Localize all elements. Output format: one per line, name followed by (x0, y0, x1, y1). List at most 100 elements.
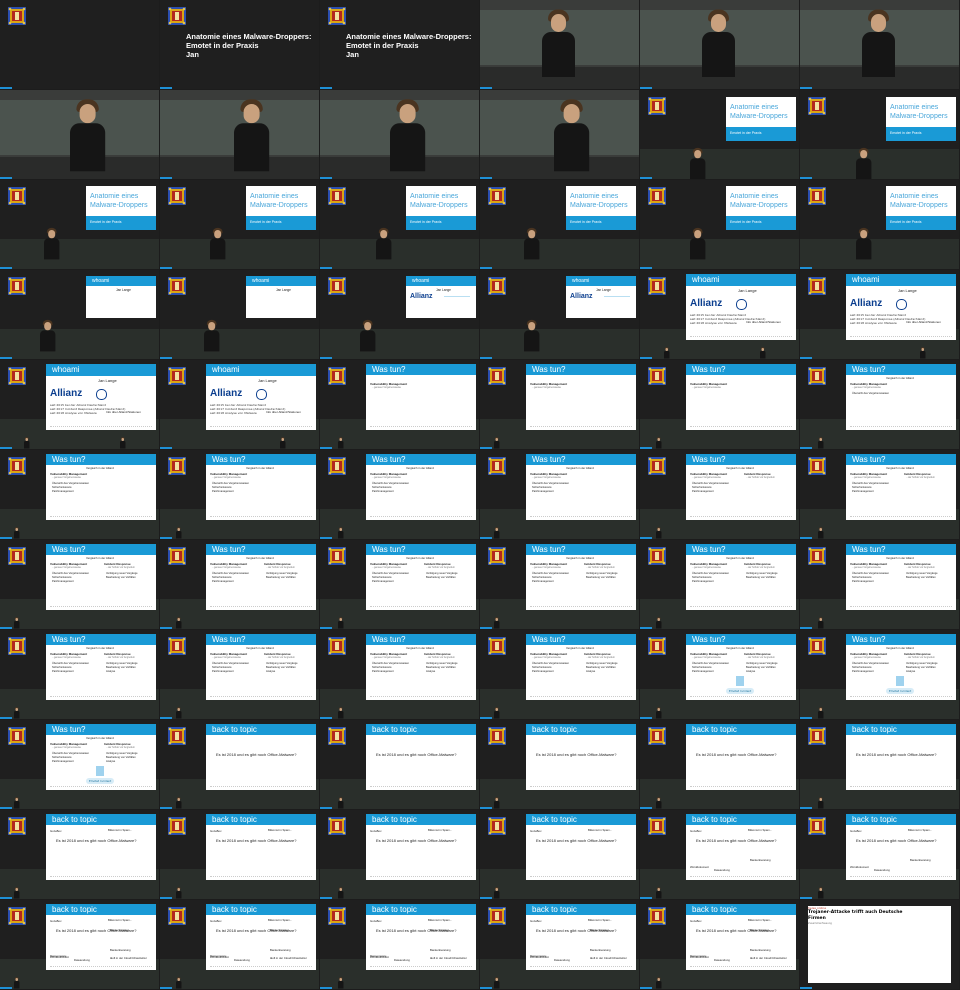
progress-bar (640, 627, 652, 629)
video-thumbnail[interactable]: heise online Trojaner-Attacke trifft auch… (800, 900, 959, 989)
slide-text: ...der Schutz vor Angreifern (906, 476, 935, 479)
slide-text: Übersicht des Vorgehensweisen (52, 482, 90, 485)
video-thumbnail[interactable] (0, 0, 159, 89)
conference-logo-icon (488, 367, 506, 385)
video-thumbnail[interactable]: back to topic Es ist 2018 und es gibt noc… (160, 810, 319, 899)
video-thumbnail[interactable]: back to topic Es ist 2018 und es gibt noc… (480, 720, 639, 809)
video-thumbnail[interactable]: Was tun? Vergleich in der Allianz Vulnerab… (160, 450, 319, 539)
video-thumbnail[interactable]: Was tun? Vergleich in der Allianz Vulnerab… (160, 630, 319, 719)
video-thumbnail[interactable]: Was tun? Vulnerability Management ...genau… (480, 360, 639, 449)
video-thumbnail[interactable]: Was tun? Vergleich in der Allianz Vulnerab… (0, 450, 159, 539)
video-thumbnail[interactable]: whoami Jan Lange Allianz seit 2015 bei der … (160, 360, 319, 449)
video-thumbnail[interactable]: Anatomie eines Malware-Droppers Emotet in … (0, 180, 159, 269)
slide-header-title: Was tun? (372, 364, 406, 374)
slide-text: Übersicht des Vorgehensweisen (52, 572, 90, 575)
video-thumbnail[interactable]: Was tun? Vulnerability Management ...genau… (320, 360, 479, 449)
conference-logo-icon (648, 97, 666, 115)
video-thumbnail[interactable]: back to topic Es ist 2018 und es gibt noc… (160, 720, 319, 809)
video-thumbnail[interactable]: whoami Jan Lange Allianz (480, 270, 639, 359)
slide-text: ...der Schutz vor Angreifern (746, 476, 775, 479)
slide-text: Patchmanagement (852, 670, 874, 673)
video-thumbnail[interactable]: Was tun? Vergleich in der Allianz Vulnerab… (320, 630, 479, 719)
conference-logo-icon (808, 727, 826, 745)
video-thumbnail[interactable]: Anatomie eines Malware-Droppers Emotet in … (640, 180, 799, 269)
video-thumbnail[interactable]: Was tun? Vergleich in der Allianz Vulnerab… (480, 450, 639, 539)
video-thumbnail[interactable]: whoami Jan Lange Allianz seit 2015 bei der … (0, 360, 159, 449)
video-thumbnail[interactable]: Was tun? Vergleich in der Allianz Vulnerab… (320, 540, 479, 629)
video-thumbnail[interactable]: Was tun? Vergleich in der Allianz Vulnerab… (640, 630, 799, 719)
video-thumbnail[interactable]: Was tun? Vergleich in der Allianz Vulnerab… (800, 450, 959, 539)
video-thumbnail[interactable]: Was tun? Vulnerability Management ...genau… (640, 360, 799, 449)
slide-text: Bitkomst in Spam... (268, 918, 293, 922)
slide-footer (850, 786, 952, 788)
slide-text: Sicherheitsscans (212, 666, 232, 669)
video-thumbnail[interactable]: back to topic Es ist 2018 und es gibt noc… (320, 720, 479, 809)
video-thumbnail[interactable]: whoami Jan Lange Allianz seit 2015 bei der … (800, 270, 959, 359)
video-thumbnail[interactable]: Anatomie eines Malware-Droppers Emotet in … (640, 90, 799, 179)
intro-line2: Malware-Droppers (730, 113, 788, 120)
intro-line2: Malware-Droppers (90, 202, 148, 209)
video-thumbnail[interactable]: back to topic Es ist 2018 und es gibt noc… (0, 900, 159, 989)
video-thumbnail[interactable]: Was tun? Vergleich in der Allianz Vulnerab… (160, 540, 319, 629)
slide-text: Dateiendung (714, 958, 730, 962)
video-thumbnail[interactable]: Was tun? Vergleich in der Allianz Vulnerab… (480, 540, 639, 629)
slide-text: Ransomware (50, 954, 67, 958)
speaker-head (48, 230, 56, 239)
video-thumbnail[interactable] (800, 0, 959, 89)
video-thumbnail[interactable]: Was tun? Vergleich in der Allianz Vulnerab… (320, 450, 479, 539)
video-thumbnail[interactable]: Was tun? Vergleich in der Allianz Vulnerab… (0, 540, 159, 629)
video-thumbnail[interactable]: Anatomie eines Malware-Droppers Emotet in … (160, 180, 319, 269)
progress-bar (160, 627, 172, 629)
video-thumbnail[interactable]: back to topic Es ist 2018 und es gibt noc… (480, 810, 639, 899)
intro-slide-band: Emotet in der Praxis (86, 216, 156, 230)
slide-text: Sicherheitsscans (852, 666, 872, 669)
video-thumbnail[interactable]: whoami Jan Lange Allianz (320, 270, 479, 359)
video-thumbnail[interactable]: back to topic Es ist 2018 und es gibt noc… (160, 900, 319, 989)
slide-text: Es ist 2018 und es gibt noch Office-Malw… (56, 838, 137, 843)
video-thumbnail[interactable]: Was tun? Vergleich in der Allianz Vulnerab… (800, 360, 959, 449)
video-thumbnail[interactable]: Was tun? Vergleich in der Allianz Vulnerab… (0, 630, 159, 719)
slide-header-title: back to topic (212, 904, 257, 914)
video-thumbnail[interactable]: Anatomie eines Malware-Droppers Emotet in … (800, 90, 959, 179)
lecture-hall (0, 239, 159, 269)
video-thumbnail[interactable] (320, 90, 479, 179)
video-thumbnail[interactable]: Was tun? Vergleich in der Allianz Vulnerab… (640, 450, 799, 539)
video-thumbnail[interactable]: back to topic Es ist 2018 und es gibt noc… (640, 810, 799, 899)
video-thumbnail[interactable]: Was tun? Vergleich in der Allianz Vulnerab… (800, 540, 959, 629)
video-thumbnail[interactable]: Was tun? Vergleich in der Allianz Vulnerab… (640, 540, 799, 629)
slide-text: Bankenberatung (910, 858, 931, 862)
video-thumbnail[interactable]: whoami Jan Lange (160, 270, 319, 359)
slide-text: Vergleich in der Allianz (246, 466, 275, 470)
intro-line1: Anatomie eines (890, 104, 939, 111)
video-thumbnail[interactable]: Was tun? Vergleich in der Allianz Vulnerab… (480, 630, 639, 719)
video-thumbnail[interactable]: whoami Jan Lange Allianz seit 2015 bei der … (640, 270, 799, 359)
video-thumbnail[interactable]: back to topic Es ist 2018 und es gibt noc… (480, 900, 639, 989)
video-thumbnail[interactable]: back to topic Es ist 2018 und es gibt noc… (800, 810, 959, 899)
video-thumbnail[interactable] (480, 0, 639, 89)
conference-logo-icon (8, 187, 26, 205)
was-tun-slide: Was tun? Vergleich in der Allianz Vulnerab… (206, 634, 316, 700)
video-thumbnail[interactable] (160, 90, 319, 179)
video-thumbnail[interactable]: back to topic Es ist 2018 und es gibt noc… (800, 720, 959, 809)
video-thumbnail[interactable]: Anatomie eines Malware-Droppers Emotet in … (480, 180, 639, 269)
video-thumbnail[interactable]: back to topic Es ist 2018 und es gibt noc… (640, 900, 799, 989)
video-thumbnail[interactable] (640, 0, 799, 89)
intro-slide-band: Emotet in der Praxis (886, 216, 956, 230)
video-thumbnail[interactable]: back to topic Es ist 2018 und es gibt noc… (320, 810, 479, 899)
video-thumbnail[interactable]: Was tun? Vergleich in der Allianz Vulnerab… (800, 630, 959, 719)
video-thumbnail[interactable] (480, 90, 639, 179)
back-to-topic-slide: back to topic Es ist 2018 und es gibt noc… (206, 904, 316, 970)
video-thumbnail[interactable]: Anatomie eines Malware-Droppers: Emotet i… (320, 0, 479, 89)
video-thumbnail[interactable]: Was tun? Vergleich in der Allianz Vulnerab… (0, 720, 159, 809)
video-thumbnail[interactable]: Anatomie eines Malware-Droppers Emotet in … (320, 180, 479, 269)
video-thumbnail[interactable]: Anatomie eines Malware-Droppers: Emotet i… (160, 0, 319, 89)
video-thumbnail[interactable] (0, 90, 159, 179)
video-thumbnail[interactable]: whoami Jan Lange (0, 270, 159, 359)
slide-text: Vergleich in der Allianz (726, 556, 755, 560)
video-thumbnail[interactable]: back to topic Es ist 2018 und es gibt noc… (640, 720, 799, 809)
video-thumbnail[interactable]: back to topic Es ist 2018 und es gibt noc… (0, 810, 159, 899)
slide-header-title: Was tun? (692, 544, 726, 554)
video-thumbnail[interactable]: back to topic Es ist 2018 und es gibt noc… (320, 900, 479, 989)
slide-text: Info über Allianz/Stationen (106, 410, 141, 414)
video-thumbnail[interactable]: Anatomie eines Malware-Droppers Emotet in … (800, 180, 959, 269)
